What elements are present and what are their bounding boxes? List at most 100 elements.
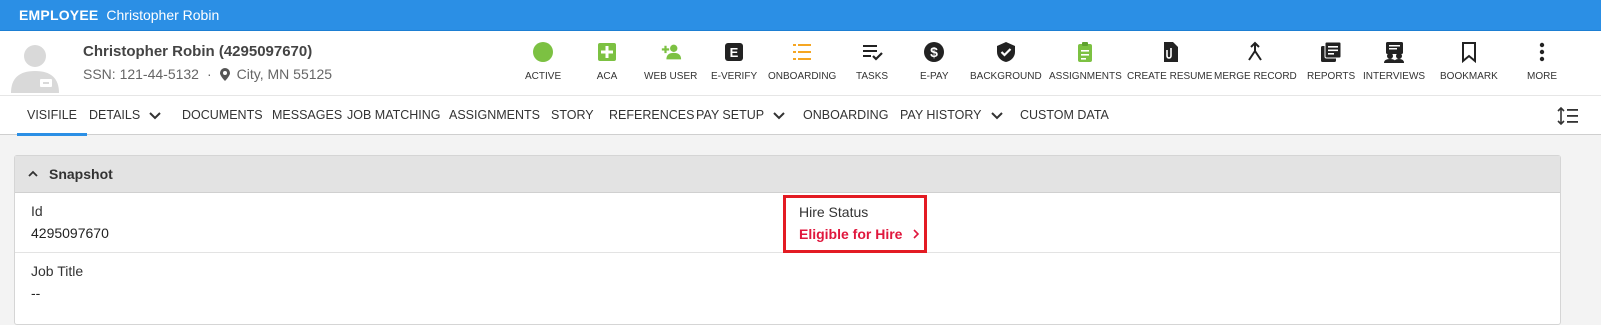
tab-label: DOCUMENTS — [182, 108, 263, 122]
snapshot-header[interactable]: Snapshot — [15, 156, 1560, 193]
snapshot-panel: Snapshot Id 4295097670 Hire Status Eligi… — [14, 155, 1561, 325]
tasks-icon — [859, 39, 885, 65]
checklist-icon — [789, 39, 815, 65]
background-button[interactable]: BACKGROUND — [970, 39, 1042, 82]
tab-messages[interactable]: MESSAGES — [272, 96, 342, 134]
id-value: 4295097670 — [31, 225, 109, 241]
chevron-right-icon — [913, 229, 920, 239]
onboarding-action-button[interactable]: ONBOARDING — [768, 39, 836, 82]
plus-box-icon — [594, 39, 620, 65]
record-header: Christopher Robin (4295097670) SSN: 121-… — [0, 31, 1601, 95]
hire-status-link[interactable]: Eligible for Hire — [799, 226, 922, 242]
id-field: Id 4295097670 — [31, 203, 109, 241]
action-toolbar: ACTIVE ACA WEB USER E E-VERIFY ONBOARDIN… — [518, 31, 1598, 95]
action-label: TASKS — [856, 71, 889, 82]
shield-check-icon — [993, 39, 1019, 65]
tab-label: CUSTOM DATA — [1020, 108, 1109, 122]
assignments-action-button[interactable]: ASSIGNMENTS — [1049, 39, 1122, 82]
separator-dot: · — [206, 66, 212, 82]
e-pay-button[interactable]: $ E-PAY — [920, 39, 949, 82]
tab-story[interactable]: STORY — [551, 96, 594, 134]
chevron-down-icon — [773, 112, 785, 120]
tab-visifile[interactable]: VISIFILE — [17, 96, 88, 136]
action-label: E-VERIFY — [711, 71, 758, 82]
tab-label: ONBOARDING — [803, 108, 889, 122]
tab-pay-setup[interactable]: PAY SETUP — [696, 96, 786, 134]
row-density-icon[interactable] — [1557, 106, 1579, 126]
merge-icon — [1242, 39, 1268, 65]
aca-button[interactable]: ACA — [594, 39, 620, 82]
action-label: ACA — [596, 71, 618, 82]
action-label: ASSIGNMENTS — [1049, 71, 1122, 82]
chevron-down-icon — [149, 112, 161, 120]
interviews-icon — [1381, 39, 1407, 65]
active-status-button[interactable]: ACTIVE — [525, 39, 561, 82]
merge-record-button[interactable]: MERGE RECORD — [1214, 39, 1297, 82]
tab-references[interactable]: REFERENCES — [609, 96, 694, 134]
action-label: MORE — [1527, 71, 1557, 82]
avatar[interactable] — [8, 39, 62, 93]
snapshot-title: Snapshot — [49, 166, 113, 182]
snapshot-row: Job Title -- — [15, 253, 1560, 313]
action-label: MERGE RECORD — [1214, 71, 1297, 82]
tab-details[interactable]: DETAILS — [89, 96, 162, 134]
tab-label: VISIFILE — [27, 107, 78, 122]
record-type-label: EMPLOYEE — [19, 7, 99, 23]
action-label: CREATE RESUME — [1127, 71, 1213, 82]
tab-pay-history[interactable]: PAY HISTORY — [900, 96, 1004, 134]
record-name-label: Christopher Robin — [106, 7, 220, 23]
more-vertical-icon — [1529, 39, 1555, 65]
action-label: ONBOARDING — [768, 71, 837, 82]
svg-text:E: E — [730, 45, 739, 60]
hire-status-field: Hire Status Eligible for Hire — [783, 195, 927, 253]
chevron-up-icon — [28, 170, 38, 177]
tab-label: STORY — [551, 108, 594, 122]
bookmark-icon — [1456, 39, 1482, 65]
action-label: REPORTS — [1307, 71, 1356, 82]
tab-label: MESSAGES — [272, 108, 343, 122]
tab-label: JOB MATCHING — [347, 108, 441, 122]
tab-custom-data[interactable]: CUSTOM DATA — [1020, 96, 1109, 134]
action-label: BACKGROUND — [970, 71, 1042, 82]
person-identity: Christopher Robin (4295097670) SSN: 121-… — [83, 43, 332, 82]
more-button[interactable]: MORE — [1527, 39, 1557, 82]
tab-label: ASSIGNMENTS — [449, 108, 540, 122]
job-title-value: -- — [31, 285, 41, 301]
action-label: BOOKMARK — [1440, 71, 1498, 82]
location-pin-icon — [219, 67, 230, 81]
tab-label: PAY SETUP — [696, 108, 765, 122]
active-status-icon — [530, 39, 556, 65]
tab-onboarding[interactable]: ONBOARDING — [803, 96, 888, 134]
create-resume-button[interactable]: CREATE RESUME — [1127, 39, 1212, 82]
location-text: City, MN 55125 — [236, 66, 333, 82]
reports-button[interactable]: REPORTS — [1307, 39, 1355, 82]
action-label: ACTIVE — [525, 71, 562, 82]
job-title-field: Job Title -- — [31, 263, 83, 301]
person-name: Christopher Robin (4295097670) — [83, 43, 313, 60]
person-subinfo: SSN: 121-44-5132 · City, MN 55125 — [83, 66, 332, 82]
snapshot-row: Id 4295097670 Hire Status Eligible for H… — [15, 193, 1560, 253]
interviews-button[interactable]: INTERVIEWS — [1363, 39, 1425, 82]
job-title-label: Job Title — [31, 263, 84, 279]
action-label: INTERVIEWS — [1363, 71, 1426, 82]
id-label: Id — [31, 203, 43, 219]
tab-assignments[interactable]: ASSIGNMENTS — [449, 96, 540, 134]
top-bar: EMPLOYEE Christopher Robin — [0, 0, 1601, 31]
svg-text:$: $ — [930, 44, 938, 60]
bookmark-button[interactable]: BOOKMARK — [1440, 39, 1498, 82]
tab-label: DETAILS — [89, 108, 141, 122]
e-verify-icon: E — [721, 39, 747, 65]
reports-icon — [1318, 39, 1344, 65]
chevron-down-icon — [990, 112, 1003, 120]
tasks-button[interactable]: TASKS — [856, 39, 888, 82]
hire-status-value: Eligible for Hire — [799, 226, 903, 242]
tab-documents[interactable]: DOCUMENTS — [182, 96, 263, 134]
web-user-button[interactable]: WEB USER — [644, 39, 697, 82]
attach-document-icon — [1157, 39, 1183, 65]
add-user-icon — [658, 39, 684, 65]
tab-job-matching[interactable]: JOB MATCHING — [347, 96, 441, 134]
tab-bar: VISIFILE DETAILS DOCUMENTS MESSAGES JOB … — [0, 95, 1601, 136]
e-verify-button[interactable]: E E-VERIFY — [711, 39, 757, 82]
clipboard-icon — [1072, 39, 1098, 65]
action-label: E-PAY — [920, 71, 949, 82]
